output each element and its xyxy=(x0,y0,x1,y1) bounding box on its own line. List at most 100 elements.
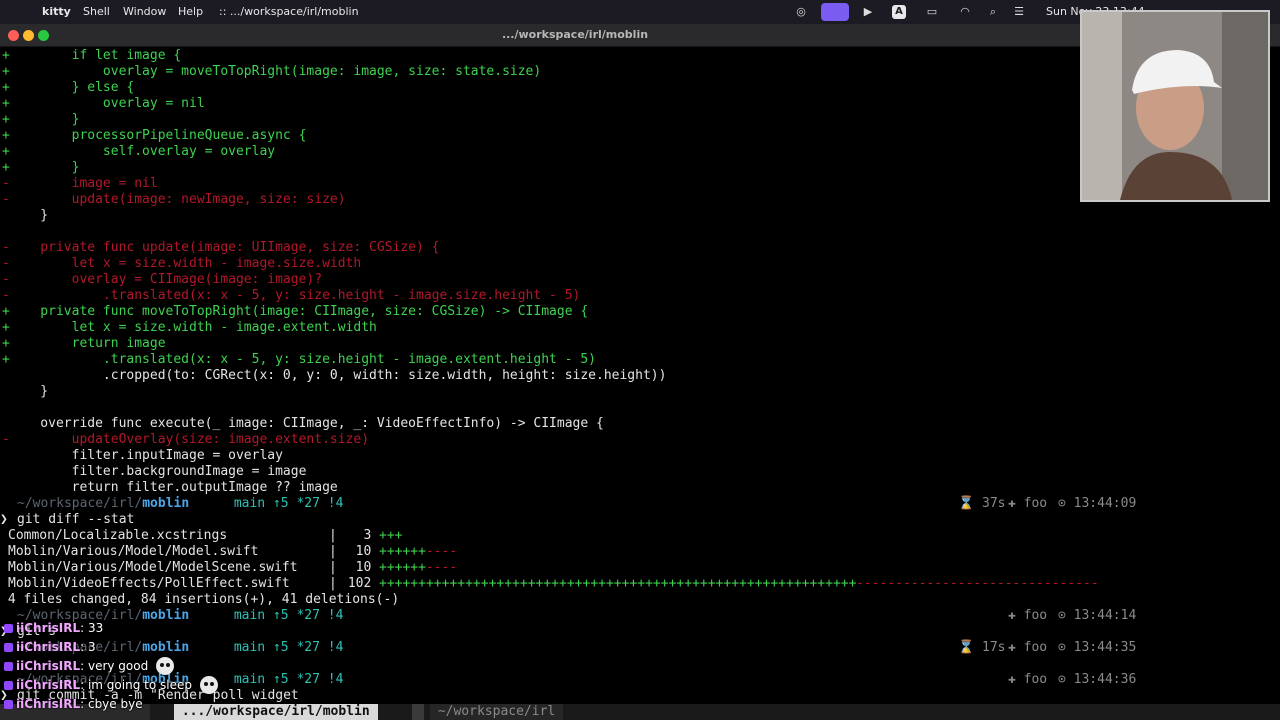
diff-line: + } else { xyxy=(0,80,1150,96)
diffstat-file: Common/Localizable.xcstrings xyxy=(8,528,290,543)
prompt-duration: ⌛ 37s xyxy=(958,496,1006,511)
diff-line: - .translated(x: x - 5, y: size.height -… xyxy=(0,288,1150,304)
diff-code: return filter.outputImage ?? image xyxy=(9,480,338,495)
diff-code: } xyxy=(9,160,80,175)
webcam-image xyxy=(1082,12,1268,200)
menu-app-kitty[interactable]: kitty xyxy=(42,5,71,18)
diff-code: .cropped(to: CGRect(x: 0, y: 0, width: s… xyxy=(9,368,667,383)
prompt-host: ✚ foo xyxy=(1008,640,1048,655)
prompt-time: ⊙ 13:44:09 xyxy=(1058,496,1137,511)
diff-code: processorPipelineQueue.async { xyxy=(9,128,307,143)
diff-code: let x = size.width - image.size.width xyxy=(9,256,362,271)
status-icon[interactable]: ◎ xyxy=(794,5,808,19)
diff-line xyxy=(0,224,1150,240)
menu-shell[interactable]: Shell xyxy=(83,5,110,18)
prompt-time: ⊙ 13:44:14 xyxy=(1058,608,1137,623)
diffstat-deletions: ---- xyxy=(425,560,458,575)
diff-line: + overlay = moveToTopRight(image: image,… xyxy=(0,64,1150,80)
diff-line: + .translated(x: x - 5, y: size.height -… xyxy=(0,352,1150,368)
diff-line: - update(image: newImage, size: size) xyxy=(0,192,1150,208)
diff-line: } xyxy=(0,208,1150,224)
prompt-host: ✚ foo xyxy=(1008,672,1048,687)
diff-line: + } xyxy=(0,112,1150,128)
play-icon[interactable]: ▶ xyxy=(861,5,875,19)
diff-line: + private func moveToTopRight(image: CII… xyxy=(0,304,1150,320)
command-line: ❯ git diff --stat xyxy=(0,512,135,527)
diffstat-count: 3 xyxy=(340,528,372,543)
chat-text: 3 xyxy=(87,640,96,654)
chat-text: 33 xyxy=(87,621,104,635)
prompt-host: ✚ foo xyxy=(1008,608,1048,623)
chat-username: iiChrisIRL xyxy=(16,640,81,654)
menu-window[interactable]: Window xyxy=(123,5,166,18)
prompt-branch: main ↑5 *27 !4 xyxy=(226,608,344,623)
emote-icon xyxy=(200,676,218,694)
battery-icon[interactable]: ▭ xyxy=(925,5,939,19)
diff-code: private func moveToTopRight(image: CIIma… xyxy=(9,304,589,319)
diff-line: + if let image { xyxy=(0,48,1150,64)
diff-line: - let x = size.width - image.size.width xyxy=(0,256,1150,272)
window-title: .../workspace/irl/moblin xyxy=(501,28,649,41)
chat-username: iiChrisIRL xyxy=(16,621,81,635)
diff-code: .translated(x: x - 5, y: size.height - i… xyxy=(9,352,596,367)
tab-moblin[interactable]: .../workspace/irl/moblin xyxy=(174,704,378,720)
diffstat-summary: 4 files changed, 84 insertions(+), 41 de… xyxy=(0,592,400,607)
diffstat-file: Moblin/Various/Model/Model.swift xyxy=(8,544,290,559)
screen-share-icon[interactable] xyxy=(821,3,849,21)
prompt-time: ⊙ 13:44:35 xyxy=(1058,640,1137,655)
control-center-icon[interactable]: ☰ xyxy=(1012,5,1026,19)
chat-message: iiChrisIRL: im going to sleep xyxy=(4,676,218,694)
twitch-badge-icon xyxy=(4,681,13,690)
menu-window-path: :: .../workspace/irl/moblin xyxy=(219,5,359,18)
diffstat-insertions: ++++++++++++++++++++++++++++++++++++++++… xyxy=(379,576,857,591)
diff-line: + return image xyxy=(0,336,1150,352)
diff-code: override func execute(_ image: CIImage, … xyxy=(9,416,604,431)
diff-code: private func update(image: UIImage, size… xyxy=(9,240,440,255)
twitch-badge-icon xyxy=(4,700,13,709)
diff-code: if let image { xyxy=(9,48,182,63)
chat-text: very good xyxy=(87,659,149,673)
diffstat-row: Moblin/Various/Model/ModelScene.swift | 1… xyxy=(0,560,1150,576)
diff-line: - private func update(image: UIImage, si… xyxy=(0,240,1150,256)
prompt-branch: main ↑5 *27 !4 xyxy=(226,672,344,687)
input-source-icon[interactable]: A xyxy=(892,5,906,19)
diff-code: } xyxy=(9,208,49,223)
diff-code: overlay = moveToTopRight(image: image, s… xyxy=(9,64,542,79)
diff-line: - image = nil xyxy=(0,176,1150,192)
diff-line: filter.inputImage = overlay xyxy=(0,448,1150,464)
prompt-host: ✚ foo xyxy=(1008,496,1048,511)
diffstat-insertions: ++++++ xyxy=(379,560,426,575)
diffstat-separator: | xyxy=(329,560,337,575)
diff-line: + self.overlay = overlay xyxy=(0,144,1150,160)
diff-code: updateOverlay(size: image.extent.size) xyxy=(9,432,370,447)
diff-code: } else { xyxy=(9,80,135,95)
prompt-path: ~/workspace/irl/moblin xyxy=(17,496,190,511)
diffstat-separator: | xyxy=(329,528,337,543)
diff-code: } xyxy=(9,112,80,127)
diff-line: + } xyxy=(0,160,1150,176)
diff-line: override func execute(_ image: CIImage, … xyxy=(0,416,1150,432)
command-text: git diff --stat xyxy=(17,512,135,527)
wifi-icon[interactable]: ◠ xyxy=(958,5,972,19)
diff-code: return image xyxy=(9,336,166,351)
diff-line: + let x = size.width - image.extent.widt… xyxy=(0,320,1150,336)
emote-icon xyxy=(156,657,174,675)
tab-irl[interactable]: ~/workspace/irl xyxy=(430,704,564,720)
shell-prompt: ~/workspace/irl/moblin main ↑5 *27 !4 ⌛ … xyxy=(0,496,1280,512)
diffstat-count: 10 xyxy=(340,560,372,575)
diff-code: filter.backgroundImage = image xyxy=(9,464,307,479)
diff-code: let x = size.width - image.extent.width xyxy=(9,320,377,335)
diffstat-insertions: ++++++ xyxy=(379,544,426,559)
search-icon[interactable]: ⌕ xyxy=(986,5,1000,19)
diffstat-deletions: ---- xyxy=(425,544,458,559)
tab-bar: .../workspace/irl/moblin ~/workspace/irl xyxy=(0,704,1280,720)
prompt-branch: main ↑5 *27 !4 xyxy=(226,496,344,511)
diff-line: } xyxy=(0,384,1150,400)
diff-line: filter.backgroundImage = image xyxy=(0,464,1150,480)
menu-help[interactable]: Help xyxy=(178,5,203,18)
shell-prompt: ~/workspace/irl/moblin main ↑5 *27 !4 ✚ … xyxy=(0,608,1280,624)
diffstat-file: Moblin/VideoEffects/PollEffect.swift xyxy=(8,576,298,591)
chat-message: iiChrisIRL: 33 xyxy=(4,620,103,636)
twitch-badge-icon xyxy=(4,624,13,633)
diffstat-separator: | xyxy=(329,576,337,591)
